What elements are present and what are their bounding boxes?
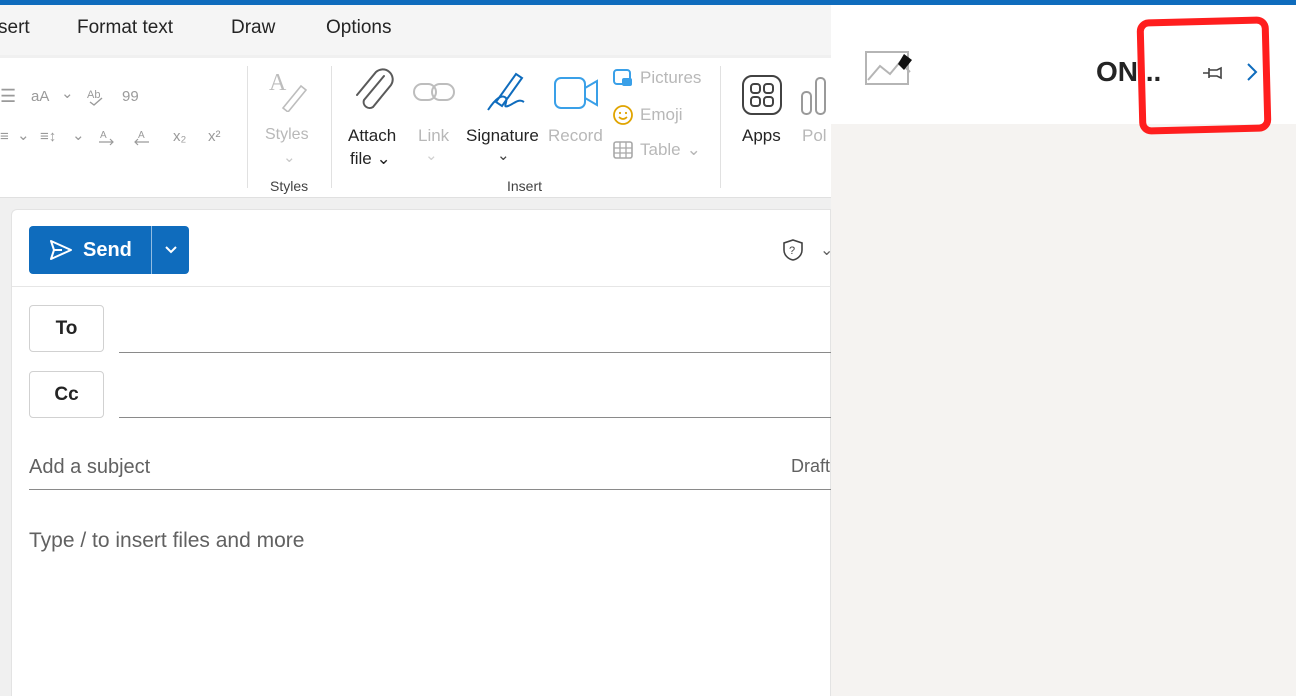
attach-file-button[interactable]: file ⌄ bbox=[350, 149, 391, 169]
cc-field[interactable] bbox=[119, 417, 831, 418]
divider bbox=[12, 286, 831, 287]
chevron-down-icon: ⌄ bbox=[497, 147, 510, 164]
chevron-down-icon: ⌄ bbox=[72, 127, 85, 144]
apps-icon bbox=[741, 74, 783, 116]
svg-text:A: A bbox=[269, 70, 287, 96]
chevron-down-icon: ⌄ bbox=[17, 127, 30, 144]
send-split-button: Send bbox=[29, 226, 189, 274]
to-field[interactable] bbox=[119, 352, 831, 353]
styles-button[interactable]: Styles bbox=[265, 126, 309, 144]
poll-icon bbox=[800, 74, 831, 116]
styles-icon[interactable]: A bbox=[265, 68, 311, 112]
quote-button[interactable]: 99 bbox=[122, 88, 139, 105]
chevron-down-icon: ⌄ bbox=[283, 149, 296, 166]
chevron-right-icon[interactable] bbox=[1245, 61, 1259, 83]
message-body[interactable]: Type / to insert files and more bbox=[29, 529, 304, 553]
svg-text:Ab: Ab bbox=[87, 89, 100, 101]
table-icon bbox=[612, 140, 634, 160]
side-panel: ON... bbox=[831, 5, 1296, 696]
group-label-insert: Insert bbox=[507, 178, 543, 194]
tab-format-text[interactable]: Format text bbox=[77, 17, 173, 39]
panel-title: ON... bbox=[1096, 56, 1162, 87]
chevron-down-icon: ⌄ bbox=[686, 140, 701, 159]
svg-text:A: A bbox=[100, 130, 107, 141]
signature-icon bbox=[482, 68, 530, 116]
link-icon bbox=[412, 78, 456, 106]
chevron-down-icon[interactable]: ⌄ bbox=[820, 240, 831, 260]
app-root: sert Format text Draw Options ☰ aA ⌄ Ab … bbox=[0, 0, 1296, 696]
subject-input[interactable]: Add a subject bbox=[29, 456, 150, 479]
cc-button[interactable]: Cc bbox=[29, 371, 104, 418]
font-size-button[interactable]: aA bbox=[31, 88, 49, 105]
tab-options[interactable]: Options bbox=[326, 17, 391, 39]
image-icon bbox=[864, 50, 914, 86]
compose-workspace: sert Format text Draw Options ☰ aA ⌄ Ab … bbox=[0, 5, 831, 696]
video-camera-icon bbox=[553, 76, 599, 110]
paperclip-icon bbox=[351, 66, 397, 116]
subscript-button[interactable]: x₂ bbox=[173, 128, 186, 145]
align-icon[interactable]: ☰ bbox=[0, 86, 16, 107]
group-label-styles: Styles bbox=[270, 178, 309, 194]
shield-question-icon[interactable]: ? bbox=[782, 238, 804, 262]
emoji-button[interactable]: Emoji bbox=[612, 104, 683, 126]
pin-icon[interactable] bbox=[1201, 65, 1225, 81]
subject-underline bbox=[29, 489, 831, 490]
send-options-button[interactable] bbox=[152, 245, 189, 255]
poll-button[interactable]: Pol bbox=[802, 126, 827, 146]
line-spacing-icon[interactable]: ≡↕ bbox=[40, 128, 56, 145]
pictures-button[interactable]: Pictures bbox=[612, 68, 701, 88]
ribbon-divider bbox=[720, 66, 721, 188]
send-button[interactable]: Send bbox=[29, 226, 151, 274]
apps-button[interactable]: Apps bbox=[742, 126, 781, 146]
ribbon-divider bbox=[247, 66, 248, 188]
superscript-button[interactable]: x² bbox=[208, 128, 221, 145]
signature-button[interactable]: Signature bbox=[466, 126, 539, 146]
table-button[interactable]: Table ⌄ bbox=[612, 140, 701, 160]
indent-icon[interactable]: ≡ bbox=[0, 128, 9, 145]
pictures-icon bbox=[612, 68, 634, 88]
draft-status: Draft bbox=[790, 456, 830, 476]
tab-insert[interactable]: sert bbox=[0, 17, 30, 39]
svg-text:A: A bbox=[138, 130, 145, 141]
record-button[interactable]: Record bbox=[548, 126, 603, 146]
ribbon-tabs: sert Format text Draw Options bbox=[0, 5, 831, 55]
link-button[interactable]: Link bbox=[418, 126, 449, 146]
spellcheck-icon[interactable]: Ab bbox=[86, 86, 110, 106]
to-button[interactable]: To bbox=[29, 305, 104, 352]
ribbon: ☰ aA ⌄ Ab 99 ≡ ⌄ ≡↕ ⌄ A A x₂ x² A Styles… bbox=[0, 58, 831, 198]
emoji-icon bbox=[612, 104, 634, 126]
send-icon bbox=[49, 239, 73, 261]
tab-draw[interactable]: Draw bbox=[231, 17, 275, 39]
svg-text:?: ? bbox=[789, 245, 795, 257]
chevron-down-icon: ⌄ bbox=[425, 147, 438, 164]
rtl-icon[interactable]: A bbox=[131, 128, 151, 146]
ltr-icon[interactable]: A bbox=[97, 128, 117, 146]
attach-file-label[interactable]: Attach bbox=[348, 126, 396, 146]
compose-card: Send ? ⌄ To Cc Add a subject Draft Type … bbox=[11, 209, 831, 696]
chevron-down-icon bbox=[164, 245, 178, 255]
chevron-down-icon: ⌄ bbox=[61, 85, 74, 102]
side-panel-header: ON... bbox=[831, 5, 1296, 124]
ribbon-divider bbox=[331, 66, 332, 188]
